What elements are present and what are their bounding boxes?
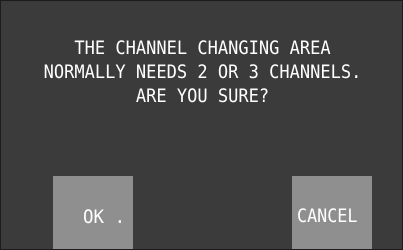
ok-button-label: OK . bbox=[83, 206, 126, 228]
cancel-button-label: CANCEL bbox=[297, 205, 358, 227]
message-line-2: NORMALLY NEEDS 2 OR 3 CHANNELS. bbox=[43, 62, 362, 83]
cancel-button[interactable]: CANCEL bbox=[292, 176, 372, 249]
confirm-dialog: THE CHANNEL CHANGING AREA NORMALLY NEEDS… bbox=[0, 0, 403, 250]
message-line-1: THE CHANNEL CHANGING AREA bbox=[74, 38, 331, 59]
dialog-message: THE CHANNEL CHANGING AREA NORMALLY NEEDS… bbox=[1, 37, 402, 109]
message-line-3: ARE YOU SURE? bbox=[135, 86, 270, 107]
ok-button[interactable]: OK . bbox=[53, 176, 133, 249]
